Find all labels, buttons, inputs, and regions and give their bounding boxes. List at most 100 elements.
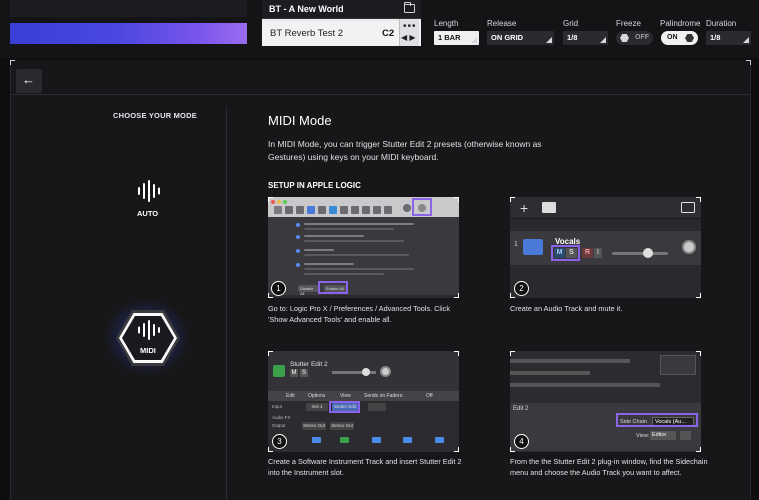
- waveform-header: [10, 0, 247, 17]
- preset-name: BT Reverb Test 2: [270, 28, 344, 39]
- dropdown-corner-icon: [471, 37, 477, 43]
- length-value: 1 BAR: [438, 33, 461, 42]
- plugin-window: Edit 2 Side Chain Vocals (Au... View: Ed…: [510, 403, 701, 451]
- grid-value: 1/8: [567, 33, 578, 42]
- shot-corner: [454, 447, 459, 452]
- step-3-caption: Create a Software Instrument Track and i…: [268, 457, 462, 477]
- waveform-icon: [137, 320, 160, 340]
- shot-corner: [510, 351, 515, 356]
- step-badge: 3: [272, 434, 287, 449]
- step-1-screenshot: Disable All Enable All 1: [268, 197, 459, 298]
- dialog-corner: [10, 60, 15, 65]
- release-label: Release: [487, 19, 517, 28]
- palindrome-toggle[interactable]: ON: [661, 31, 698, 45]
- plugin-title: Stutter Edit 2: [290, 361, 328, 368]
- tracks-toolbar: +: [510, 197, 701, 219]
- palindrome-value: ON: [667, 34, 678, 41]
- window-icon: [681, 202, 695, 213]
- mute-highlight: [551, 245, 580, 261]
- record-button: R: [582, 248, 593, 258]
- sidebar-divider: [226, 106, 227, 500]
- volume-slider: [612, 252, 668, 255]
- waveform-display[interactable]: [10, 23, 247, 44]
- shot-corner: [696, 351, 701, 356]
- shot-corner: [510, 197, 515, 202]
- tracks-area: [510, 351, 701, 403]
- length-select[interactable]: 1 BAR: [434, 31, 479, 45]
- preset-key: C2: [382, 28, 395, 39]
- step-2-caption: Create an Audio Track and mute it.: [510, 304, 623, 313]
- mute-button: M: [290, 369, 298, 377]
- top-bar: BT - A New World BT Reverb Test 2 C2 •••…: [0, 0, 759, 58]
- freeze-value: OFF: [635, 34, 649, 41]
- step-2-screenshot: + 1 Vocals M S R I 2: [510, 197, 701, 298]
- shot-corner: [268, 447, 273, 452]
- grid-select[interactable]: 1/8: [563, 31, 608, 45]
- toggle-knob-icon: [620, 34, 629, 42]
- folder-icon[interactable]: [404, 2, 415, 13]
- page-title: MIDI Mode: [268, 113, 332, 128]
- step-badge: 4: [514, 434, 529, 449]
- advanced-tools-highlight: [412, 198, 432, 216]
- freeze-toggle[interactable]: OFF: [616, 31, 653, 45]
- mode-auto-label[interactable]: AUTO: [137, 209, 158, 218]
- dialog-corner: [746, 60, 751, 65]
- sidechain-highlight: [616, 413, 698, 427]
- duration-select[interactable]: 1/8: [706, 31, 751, 45]
- shot-corner: [268, 197, 273, 202]
- shot-corner: [454, 351, 459, 356]
- instrument-icon: [273, 365, 285, 377]
- mode-midi-label: MIDI: [140, 346, 156, 355]
- shot-corner: [696, 447, 701, 452]
- palindrome-label: Palindrome: [660, 19, 701, 28]
- volume-knob: [643, 248, 653, 258]
- freeze-label: Freeze: [616, 19, 641, 28]
- input-monitor-button: I: [594, 248, 602, 258]
- plugin-window-title: Edit 2: [513, 406, 529, 412]
- waveform-icon[interactable]: [136, 180, 160, 202]
- shot-corner: [510, 447, 515, 452]
- shot-corner: [454, 293, 459, 298]
- arrow-left-icon: ←: [22, 72, 35, 87]
- length-label: Length: [434, 19, 459, 28]
- shot-corner: [510, 293, 515, 298]
- pan-dial-icon: [682, 240, 696, 254]
- disable-all-button: Disable All: [298, 285, 320, 296]
- shot-corner: [696, 293, 701, 298]
- prefs-body: Disable All Enable All: [268, 217, 459, 296]
- duration-label: Duration: [706, 19, 737, 28]
- audio-track-icon: [523, 239, 543, 255]
- toggle-knob-icon: [685, 34, 694, 42]
- step-1-caption: Go to: Logic Pro X / Preferences / Advan…: [268, 304, 450, 324]
- download-icon: [542, 202, 556, 213]
- choose-mode-title: CHOOSE YOUR MODE: [113, 111, 197, 120]
- enable-all-highlight: [318, 281, 348, 294]
- more-options-icon[interactable]: •••: [403, 21, 417, 32]
- preset-bank-row[interactable]: BT - A New World: [262, 0, 421, 19]
- step-4-screenshot: Edit 2 Side Chain Vocals (Au... View: Ed…: [510, 351, 701, 452]
- add-track-icon: +: [520, 200, 529, 216]
- view-label: View:: [636, 433, 650, 439]
- step-badge: 2: [514, 281, 529, 296]
- step-4-caption: From the the Stutter Edit 2 plug-in wind…: [510, 457, 708, 477]
- dialog-divider: [11, 94, 750, 95]
- dropdown-corner-icon: [546, 37, 552, 43]
- prev-next-arrows-icon[interactable]: ◀ ▶: [401, 33, 416, 42]
- release-value: ON GRID: [491, 33, 524, 42]
- release-select[interactable]: ON GRID: [487, 31, 554, 45]
- shot-corner: [454, 197, 459, 202]
- preset-browser: BT - A New World BT Reverb Test 2 C2: [262, 0, 421, 46]
- preset-row[interactable]: BT Reverb Test 2 C2: [262, 21, 421, 46]
- solo-button: S: [300, 369, 308, 377]
- grid-label: Grid: [563, 19, 579, 28]
- setup-title: SETUP IN APPLE LOGIC: [268, 181, 361, 190]
- view-select: Editor: [650, 431, 676, 440]
- dropdown-corner-icon: [743, 37, 749, 43]
- instrument-slot-highlight: [329, 401, 360, 413]
- step-badge: 1: [271, 281, 286, 296]
- shot-corner: [268, 351, 273, 356]
- back-button[interactable]: ←: [16, 69, 42, 93]
- dropdown-corner-icon: [600, 37, 606, 43]
- preset-bank-name: BT - A New World: [269, 4, 344, 14]
- duration-value: 1/8: [710, 33, 721, 42]
